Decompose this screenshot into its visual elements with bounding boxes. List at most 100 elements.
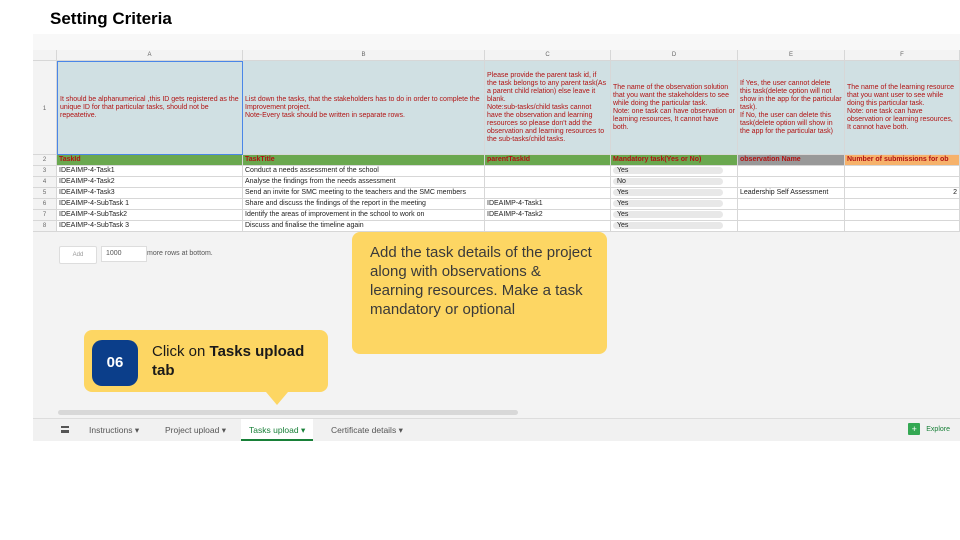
column-header-a[interactable]: A [57, 50, 243, 61]
table-cell[interactable]: IDEAIMP-4-SubTask 3 [57, 221, 243, 232]
column-header-f[interactable]: F [845, 50, 960, 61]
description-cell-b[interactable]: List down the tasks, that the stakeholde… [243, 61, 485, 155]
mandatory-dropdown-cell[interactable]: Yes [611, 221, 738, 232]
mandatory-dropdown-chip[interactable]: Yes [613, 167, 723, 174]
row-header-8[interactable]: 8 [33, 221, 57, 232]
step-callout: 06 Click on Tasks upload tab [84, 330, 328, 405]
tab-project-upload[interactable]: Project upload ▾ [157, 419, 234, 441]
header-cell-submissions[interactable]: Number of submissions for ob [845, 155, 960, 166]
dropdown-arrow-icon[interactable]: ▾ [222, 425, 226, 435]
all-sheets-menu-icon[interactable] [61, 426, 69, 433]
table-cell[interactable] [738, 177, 845, 188]
mandatory-dropdown-chip[interactable]: Yes [613, 189, 723, 196]
table-cell[interactable] [485, 188, 611, 199]
table-cell[interactable] [738, 199, 845, 210]
instruction-callout-text: Add the task details of the project alon… [370, 244, 592, 318]
description-text-e: If Yes, the user cannot delete this task… [740, 79, 842, 135]
mandatory-dropdown-cell[interactable]: No [611, 177, 738, 188]
mandatory-dropdown-chip[interactable]: Yes [613, 211, 723, 218]
mandatory-dropdown-chip[interactable]: No [613, 178, 723, 185]
table-cell[interactable] [738, 221, 845, 232]
header-cell-tasktitle[interactable]: TaskTitle [243, 155, 485, 166]
table-cell[interactable] [845, 177, 960, 188]
header-cell-taskid[interactable]: TaskId [57, 155, 243, 166]
tab-label: Instructions [89, 425, 133, 435]
description-cell-a[interactable]: It should be alphanumerical ,this ID get… [57, 61, 243, 155]
row-header-1[interactable]: 1 [33, 61, 57, 155]
header-cell-observation-name[interactable]: observation Name [738, 155, 845, 166]
description-text-a: It should be alphanumerical ,this ID get… [60, 96, 239, 119]
description-text-b: List down the tasks, that the stakeholde… [245, 95, 480, 119]
select-all-corner[interactable] [33, 50, 57, 61]
explore-label: Explore [926, 426, 950, 433]
table-cell[interactable]: IDEAIMP-4-Task1 [485, 199, 611, 210]
step-number-badge: 06 [92, 340, 138, 386]
table-cell[interactable]: Identify the areas of improvement in the… [243, 210, 485, 221]
table-cell[interactable]: Conduct a needs assessment of the school [243, 166, 485, 177]
row-header-2[interactable]: 2 [33, 155, 57, 166]
description-cell-d[interactable]: The name of the observation solution tha… [611, 61, 738, 155]
table-cell[interactable] [485, 177, 611, 188]
horizontal-scrollbar[interactable] [58, 410, 518, 415]
table-cell[interactable]: Share and discuss the findings of the re… [243, 199, 485, 210]
add-rows-button[interactable]: Add [59, 246, 97, 264]
column-header-c[interactable]: C [485, 50, 611, 61]
table-cell[interactable]: Send an invite for SMC meeting to the te… [243, 188, 485, 199]
description-cell-e[interactable]: If Yes, the user cannot delete this task… [738, 61, 845, 155]
table-cell[interactable] [845, 199, 960, 210]
description-text-d: The name of the observation solution tha… [613, 83, 735, 131]
tab-label: Project upload [165, 425, 220, 435]
table-cell[interactable] [738, 210, 845, 221]
mandatory-dropdown-cell[interactable]: Yes [611, 199, 738, 210]
table-cell[interactable]: IDEAIMP-4-Task3 [57, 188, 243, 199]
mandatory-dropdown-cell[interactable]: Yes [611, 210, 738, 221]
step-text-prefix: Click on [152, 343, 210, 360]
table-cell[interactable]: IDEAIMP-4-SubTask2 [57, 210, 243, 221]
mandatory-dropdown-chip[interactable]: Yes [613, 222, 723, 229]
page-title: Setting Criteria [50, 9, 172, 28]
mandatory-dropdown-chip[interactable]: Yes [613, 200, 723, 207]
table-cell[interactable] [845, 210, 960, 221]
description-cell-c[interactable]: Please provide the parent task id, if th… [485, 61, 611, 155]
mandatory-dropdown-cell[interactable]: Yes [611, 166, 738, 177]
row-header-7[interactable]: 7 [33, 210, 57, 221]
add-rows-count-input[interactable]: 1000 [101, 246, 147, 262]
row-header-5[interactable]: 5 [33, 188, 57, 199]
column-header-d[interactable]: D [611, 50, 738, 61]
table-cell[interactable]: IDEAIMP-4-Task2 [485, 210, 611, 221]
tab-instructions[interactable]: Instructions ▾ [81, 419, 147, 441]
description-cell-f[interactable]: The name of the learning resource that y… [845, 61, 960, 155]
dropdown-arrow-icon[interactable]: ▾ [399, 425, 403, 435]
tab-label: Certificate details [331, 425, 397, 435]
table-cell[interactable] [485, 166, 611, 177]
table-cell[interactable] [845, 221, 960, 232]
table-cell[interactable]: Analyse the findings from the needs asse… [243, 177, 485, 188]
table-cell[interactable] [845, 166, 960, 177]
dropdown-arrow-icon[interactable]: ▾ [135, 425, 139, 435]
row-header-6[interactable]: 6 [33, 199, 57, 210]
callout-pointer-arrow [266, 392, 288, 405]
table-cell[interactable]: IDEAIMP-4-Task1 [57, 166, 243, 177]
table-cell[interactable]: Leadership Self Assessment [738, 188, 845, 199]
table-cell[interactable]: Discuss and finalise the timeline again [243, 221, 485, 232]
column-header-e[interactable]: E [738, 50, 845, 61]
column-header-b[interactable]: B [243, 50, 485, 61]
table-cell[interactable]: IDEAIMP-4-Task2 [57, 177, 243, 188]
table-cell[interactable] [738, 166, 845, 177]
row-header-4[interactable]: 4 [33, 177, 57, 188]
header-cell-mandatory[interactable]: Mandatory task(Yes or No) [611, 155, 738, 166]
table-cell[interactable] [485, 221, 611, 232]
tab-certificate-details[interactable]: Certificate details ▾ [323, 419, 411, 441]
tab-label: Tasks upload [249, 425, 299, 435]
sheet-tabs-bar: Instructions ▾ Project upload ▾ Tasks up… [33, 418, 960, 441]
table-cell[interactable]: IDEAIMP-4-SubTask 1 [57, 199, 243, 210]
table-cell[interactable]: 2 [845, 188, 960, 199]
dropdown-arrow-icon[interactable]: ▾ [301, 425, 305, 435]
tab-tasks-upload[interactable]: Tasks upload ▾ [241, 419, 314, 441]
row-header-3[interactable]: 3 [33, 166, 57, 177]
explore-icon: + [908, 423, 921, 436]
description-text-c: Please provide the parent task id, if th… [487, 71, 607, 143]
header-cell-parenttaskid[interactable]: parentTaskId [485, 155, 611, 166]
mandatory-dropdown-cell[interactable]: Yes [611, 188, 738, 199]
explore-button[interactable]: + Explore [908, 423, 950, 437]
